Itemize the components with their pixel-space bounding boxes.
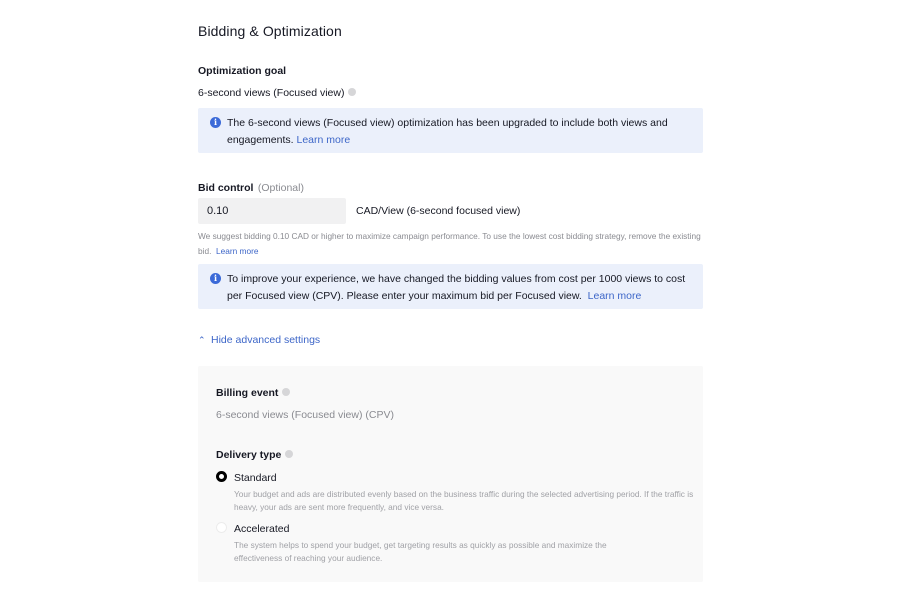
accelerated-label: Accelerated: [234, 523, 290, 535]
optimization-learn-more-link[interactable]: Learn more: [296, 134, 350, 146]
accelerated-description: The system helps to spend your budget, g…: [234, 540, 607, 563]
bid-hint-learn-more-link[interactable]: Learn more: [216, 246, 258, 256]
hide-advanced-settings-label: Hide advanced settings: [211, 334, 321, 346]
billing-event-label: Billing event: [216, 387, 279, 399]
bid-amount-input[interactable]: [198, 198, 346, 224]
bid-control-header: Bid control (Optional): [198, 178, 304, 196]
standard-radio[interactable]: [216, 471, 227, 482]
standard-description: Your budget and ads are distributed even…: [234, 489, 694, 512]
billing-event-value: 6-second views (Focused view) (CPV): [216, 409, 394, 421]
bid-hint-text: We suggest bidding 0.10 CAD or higher to…: [198, 231, 701, 256]
delivery-type-header: Delivery type: [216, 449, 294, 461]
section-title: Bidding & Optimization: [198, 23, 342, 39]
advanced-settings-panel: Billing event 6-second views (Focused vi…: [198, 366, 703, 582]
delivery-type-label: Delivery type: [216, 449, 282, 461]
optimization-goal-label: Optimization goal: [198, 65, 287, 77]
hide-advanced-settings-button[interactable]: ⌃ Hide advanced settings: [198, 334, 320, 346]
billing-event-header: Billing event: [216, 387, 291, 399]
info-circle-icon: i: [210, 273, 221, 284]
optimization-goal-text: 6-second views (Focused view): [198, 87, 345, 99]
accelerated-radio[interactable]: [216, 522, 227, 533]
optimization-goal-value: 6-second views (Focused view): [198, 87, 357, 99]
double-chevron-up-icon: ⌃: [198, 335, 206, 345]
info-circle-icon: i: [210, 117, 221, 128]
bid-banner-learn-more-link[interactable]: Learn more: [588, 290, 642, 302]
question-circle-icon[interactable]: [285, 450, 294, 459]
bid-control-label: Bid control: [198, 182, 254, 194]
bid-unit-label: CAD/View (6-second focused view): [356, 205, 521, 217]
question-circle-icon[interactable]: [348, 88, 357, 97]
optimization-banner-text: The 6-second views (Focused view) optimi…: [227, 117, 668, 146]
optimization-info-banner: i The 6-second views (Focused view) opti…: [198, 108, 703, 153]
bid-info-banner: i To improve your experience, we have ch…: [198, 264, 703, 309]
bid-control-optional: (Optional): [257, 182, 304, 194]
question-circle-icon[interactable]: [282, 388, 291, 397]
standard-label: Standard: [234, 472, 277, 484]
bid-hint: We suggest bidding 0.10 CAD or higher to…: [198, 229, 708, 259]
